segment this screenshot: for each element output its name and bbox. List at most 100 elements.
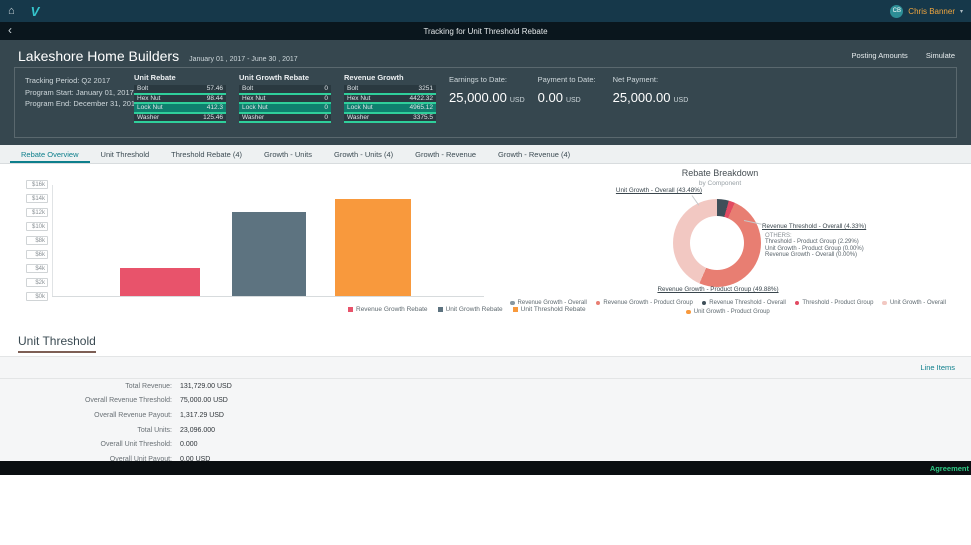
row-label: Hex Nut (347, 95, 370, 102)
legend-label: Revenue Threshold - Overall (709, 300, 786, 306)
tab-unit-threshold[interactable]: Unit Threshold (90, 145, 161, 163)
row-label: Bolt (347, 85, 358, 92)
others-line: Threshold - Product Group (2.29%) (765, 239, 864, 245)
detail-label: Overall Revenue Payout: (0, 412, 172, 419)
payment-to-date: Payment to Date: 0.00USD (538, 75, 600, 132)
table-row-highlighted: Lock Nut412.3 (134, 104, 226, 114)
table-row: Bolt 57.46 (134, 85, 226, 95)
table-row-highlighted: Lock Nut0 (239, 104, 331, 114)
legend-item[interactable]: Unit Growth - Overall (882, 300, 946, 306)
callout-unit-growth-overall[interactable]: Unit Growth - Overall (43.48%) (556, 187, 702, 194)
row-value: 98.44 (207, 95, 223, 102)
simulate-link[interactable]: Simulate (926, 51, 955, 60)
others-line: Revenue Growth - Overall (0.00%) (765, 252, 864, 258)
legend-marker-icon (882, 301, 887, 306)
rebate-breakdown-chart: Rebate Breakdown by Component Unit Growt… (0, 164, 971, 330)
detail-row-total-units: Total Units: 23,096.000 (0, 423, 971, 438)
legend-item[interactable]: Unit Growth - Product Group (686, 309, 770, 315)
total-value: 25,000.00 (613, 90, 671, 105)
date-range: January 01 , 2017 - June 30 , 2017 (189, 56, 298, 63)
table-row: Bolt3251 (344, 85, 436, 95)
back-button[interactable]: ‹ (8, 23, 12, 37)
legend-marker-icon (702, 301, 707, 306)
tracking-period-label: Tracking Period: (25, 76, 79, 85)
legend-item[interactable]: Revenue Growth - Overall (510, 300, 587, 306)
detail-label: Total Units: (0, 427, 172, 434)
row-value: 57.46 (207, 85, 223, 92)
program-end-label: Program End: (25, 99, 71, 108)
detail-value: 131,729.00 USD (180, 383, 232, 390)
header-actions: Posting Amounts Simulate (852, 51, 955, 60)
home-icon[interactable]: ⌂ (8, 5, 15, 17)
row-label: Hex Nut (137, 95, 160, 102)
program-start: Program Start: January 01, 2017 (25, 87, 121, 99)
unit-rebate-table: Unit Rebate Bolt57.46 Hex Nut98.44 Lock … (134, 73, 226, 132)
unit-threshold-panel: Line Items Total Revenue:131,729.00 USD … (0, 356, 971, 461)
detail-label: Overall Revenue Threshold: (0, 397, 172, 404)
callout-revenue-threshold-overall[interactable]: Revenue Threshold - Overall (4.33%) (762, 223, 866, 230)
tab-growth-revenue-4[interactable]: Growth - Revenue (4) (487, 145, 581, 163)
unit-growth-rebate-table: Unit Growth Rebate Bolt0 Hex Nut0 Lock N… (239, 73, 331, 132)
row-label: Washer (347, 114, 369, 121)
top-bar: ⌂ V CB Chris Banner ▾ (0, 0, 971, 22)
callout-revenue-growth-product-group[interactable]: Revenue Growth - Product Group (49.88%) (628, 286, 808, 293)
legend-label: Revenue Growth - Product Group (603, 300, 692, 306)
legend-marker-icon (795, 301, 800, 306)
currency: USD (510, 97, 525, 104)
program-start-label: Program Start: (25, 88, 74, 97)
tab-rebate-overview[interactable]: Rebate Overview (10, 145, 90, 163)
donut-pie[interactable] (673, 199, 761, 287)
legend-item[interactable]: Revenue Growth - Product Group (596, 300, 693, 306)
donut-subtitle: by Component (620, 180, 820, 187)
customer-name: Lakeshore Home Builders (18, 48, 179, 64)
program-start-value: January 01, 2017 (76, 88, 134, 97)
detail-row-total-revenue: Total Revenue:131,729.00 USD (0, 379, 971, 394)
table-row: Washer0 (239, 114, 331, 124)
legend-item[interactable]: Revenue Threshold - Overall (702, 300, 786, 306)
row-label: Washer (242, 114, 264, 121)
tab-growth-revenue[interactable]: Growth - Revenue (404, 145, 487, 163)
posting-amounts-link[interactable]: Posting Amounts (852, 51, 908, 60)
row-label: Lock Nut (242, 104, 268, 111)
tracking-period: Tracking Period: Q2 2017 (25, 75, 121, 87)
table-row: Hex Nut 0 (239, 95, 331, 105)
detail-row-overall-revenue-payout: Overall Revenue Payout: 1,317.29 USD (0, 408, 971, 423)
row-value: 3375.5 (413, 114, 433, 121)
legend-item[interactable]: Threshold - Product Group (795, 300, 874, 306)
detail-label: Overall Unit Threshold: (0, 441, 172, 448)
agreement-link[interactable]: Agreement (930, 464, 969, 473)
app-window: ⌂ V CB Chris Banner ▾ ‹ Tracking for Uni… (0, 0, 971, 545)
row-value: 0 (324, 95, 328, 102)
tab-growth-units-4[interactable]: Growth - Units (4) (323, 145, 404, 163)
row-label: Bolt (137, 85, 148, 92)
line-items-link[interactable]: Line Items (920, 363, 955, 372)
page-title: Tracking for Unit Threshold Rebate (423, 27, 547, 36)
detail-row-overall-revenue-threshold: Overall Revenue Threshold: 75,000.00 USD (0, 394, 971, 409)
row-label: Hex Nut (242, 95, 265, 102)
program-end-value: December 31, 2017 (73, 99, 139, 108)
detail-value: 23,096.000 (180, 427, 215, 434)
tab-growth-units[interactable]: Growth - Units (253, 145, 323, 163)
row-label: Bolt (242, 85, 253, 92)
vendavo-logo[interactable]: V (31, 4, 40, 19)
user-menu[interactable]: CB Chris Banner ▾ (890, 5, 963, 18)
total-value: 25,000.00 (449, 90, 507, 105)
currency: USD (566, 97, 581, 104)
table-row: Bolt0 (239, 85, 331, 95)
total-label: Net Payment: (613, 75, 689, 84)
chevron-down-icon: ▾ (960, 8, 963, 15)
table-row: Washer 3375.5 (344, 114, 436, 124)
customer-row: Lakeshore Home Builders January 01 , 201… (18, 48, 298, 64)
detail-value: 75,000.00 USD (180, 397, 228, 404)
row-value: 125.46 (203, 114, 223, 121)
tab-threshold-rebate[interactable]: Threshold Rebate (4) (160, 145, 253, 163)
detail-value: 1,317.29 USD (180, 412, 224, 419)
program-info-panel: Tracking Period: Q2 2017 Program Start: … (14, 67, 957, 138)
title-bar: ‹ Tracking for Unit Threshold Rebate (0, 22, 971, 40)
legend-label: Revenue Growth - Overall (518, 300, 587, 306)
table-row: Washer125.46 (134, 114, 226, 124)
table-row-highlighted: Lock Nut4965.12 (344, 104, 436, 114)
row-value: 4422.32 (410, 95, 434, 102)
total-value: 0.00 (538, 90, 563, 105)
total-label: Payment to Date: (538, 75, 600, 84)
